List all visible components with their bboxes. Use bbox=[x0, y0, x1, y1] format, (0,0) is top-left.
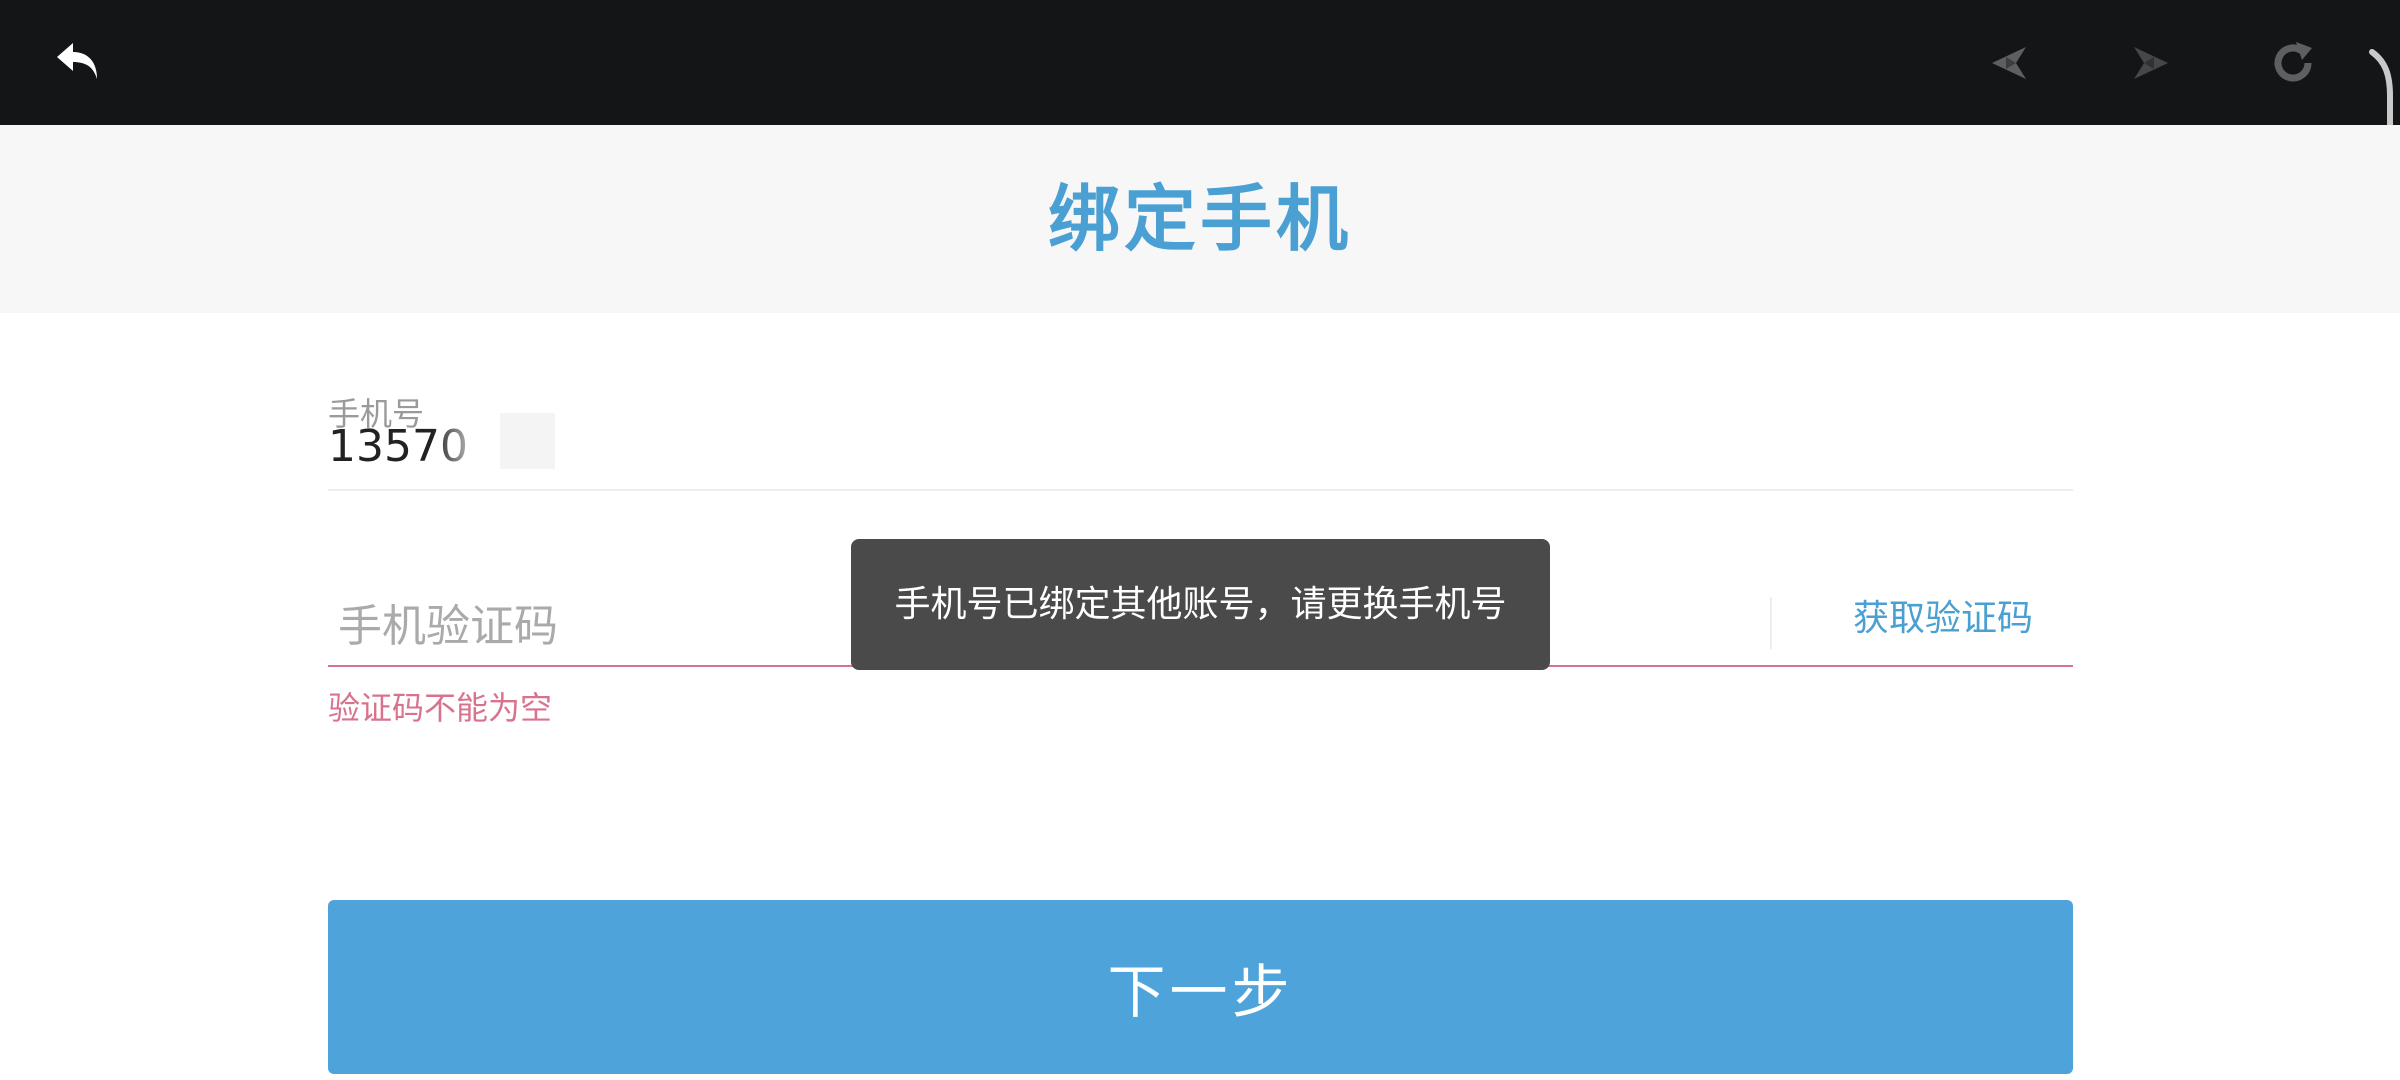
prev-page-button[interactable] bbox=[1975, 28, 2045, 98]
prev-arrow-icon bbox=[1986, 39, 2034, 87]
top-toolbar bbox=[0, 0, 2400, 125]
back-button[interactable] bbox=[44, 28, 114, 98]
phone-field[interactable]: 手机号 13570 bbox=[328, 313, 2073, 491]
redaction-box bbox=[500, 413, 555, 469]
next-step-button[interactable]: 下一步 bbox=[328, 900, 2073, 1074]
redaction-mask bbox=[433, 413, 763, 483]
page-header: 绑定手机 bbox=[0, 125, 2400, 313]
refresh-icon bbox=[2268, 38, 2318, 88]
toast-message: 手机号已绑定其他账号，请更换手机号 bbox=[851, 539, 1550, 670]
next-arrow-icon bbox=[2126, 39, 2174, 87]
next-page-button[interactable] bbox=[2115, 28, 2185, 98]
get-code-button[interactable]: 获取验证码 bbox=[1828, 587, 2058, 651]
back-arrow-icon bbox=[51, 35, 107, 91]
error-message: 验证码不能为空 bbox=[328, 689, 553, 727]
page-title: 绑定手机 bbox=[1047, 177, 1352, 261]
code-field-divider bbox=[1770, 597, 1772, 649]
refresh-button[interactable] bbox=[2258, 28, 2328, 98]
